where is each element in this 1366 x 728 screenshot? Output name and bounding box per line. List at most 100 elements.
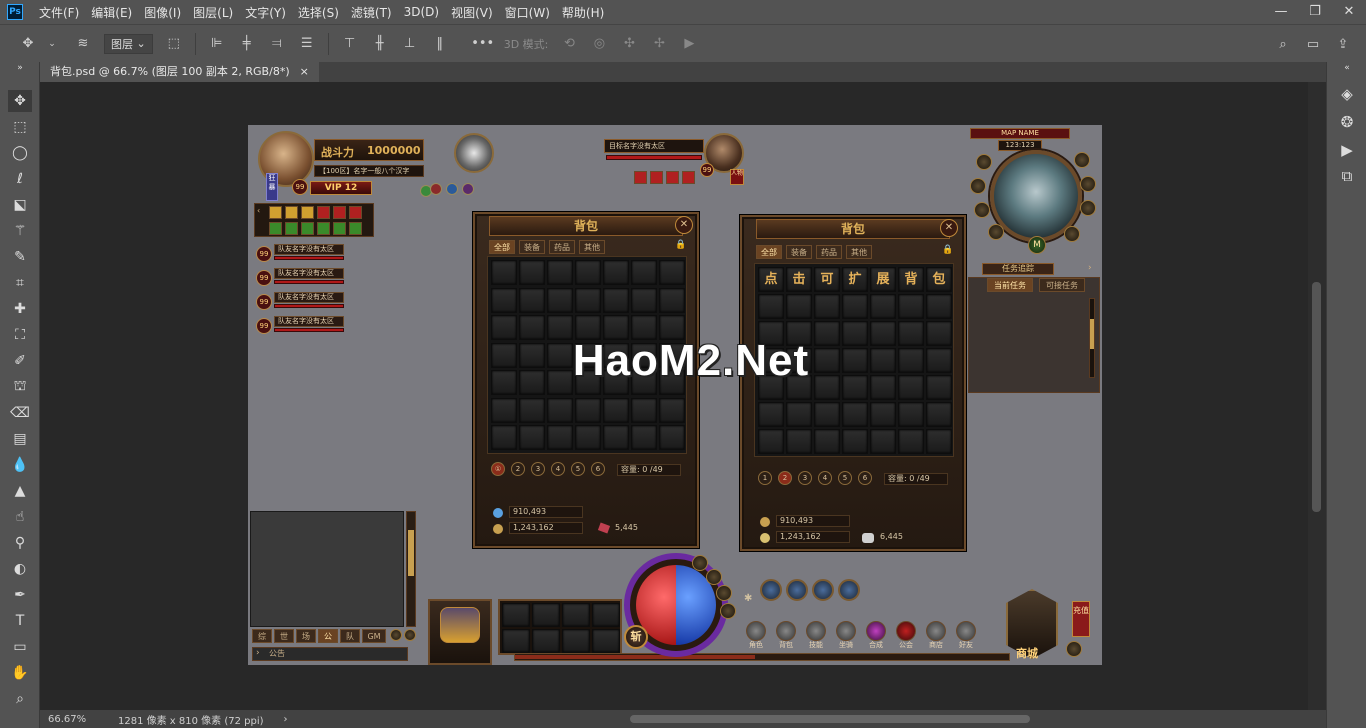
move-tool-icon[interactable]: ✥ bbox=[16, 32, 40, 56]
quest-tab-current[interactable]: 当前任务 bbox=[987, 278, 1033, 292]
map-btn-icon[interactable] bbox=[976, 154, 992, 170]
chevron-right-icon[interactable]: › bbox=[1088, 263, 1100, 275]
eraser-tool-icon[interactable]: ⌫ bbox=[8, 402, 32, 424]
chat-tab-scene[interactable]: 场 bbox=[296, 629, 316, 643]
buff-icon[interactable] bbox=[682, 171, 695, 184]
bag-slot[interactable] bbox=[786, 402, 812, 427]
bag-page-2[interactable]: 2 bbox=[778, 471, 792, 485]
bag-page-6[interactable]: 6 bbox=[858, 471, 872, 485]
bag-slot[interactable] bbox=[519, 260, 545, 285]
bag-slot[interactable] bbox=[870, 294, 896, 319]
quick-slot[interactable] bbox=[562, 603, 590, 627]
bag-slot[interactable] bbox=[547, 425, 573, 450]
buff-icon[interactable] bbox=[269, 222, 282, 235]
collapse-icon[interactable]: « bbox=[1335, 62, 1359, 74]
buff-orb-blue[interactable] bbox=[446, 183, 458, 195]
chevron-right-icon[interactable]: › bbox=[256, 648, 260, 658]
more-options-icon[interactable]: ••• bbox=[471, 32, 495, 56]
skill-slot-icon[interactable] bbox=[720, 603, 736, 619]
bag-slot[interactable] bbox=[758, 402, 784, 427]
quick-slot[interactable] bbox=[562, 629, 590, 653]
bag-slot[interactable] bbox=[519, 425, 545, 450]
bag-slot[interactable] bbox=[519, 397, 545, 423]
skill-icon[interactable] bbox=[786, 579, 808, 601]
bag-slot[interactable] bbox=[898, 429, 924, 454]
menu-friend-button[interactable]: 好友 bbox=[954, 621, 978, 649]
chat-tab-all[interactable]: 综 bbox=[252, 629, 272, 643]
bag-slot[interactable] bbox=[786, 294, 812, 319]
ellipse-marquee-icon[interactable]: ◯ bbox=[8, 142, 32, 164]
chat-tab-gm[interactable]: GM bbox=[362, 629, 386, 643]
zoom-level[interactable]: 66.67% bbox=[48, 714, 108, 725]
map-btn-icon[interactable] bbox=[1064, 226, 1080, 242]
bag-page-3[interactable]: 3 bbox=[798, 471, 812, 485]
align-bottom-icon[interactable]: ⊥ bbox=[398, 32, 422, 56]
buff-icon[interactable] bbox=[285, 222, 298, 235]
map-btn-icon[interactable] bbox=[1074, 152, 1090, 168]
bag-slot[interactable] bbox=[631, 287, 657, 313]
bag-slot[interactable] bbox=[575, 425, 601, 450]
distribute-vertical-icon[interactable]: ‖ bbox=[428, 32, 452, 56]
quick-slot[interactable] bbox=[502, 603, 530, 627]
team-member[interactable]: 99 队友名字没有太区 bbox=[256, 268, 344, 288]
bag-slot[interactable] bbox=[659, 287, 685, 313]
close-tab-icon[interactable]: × bbox=[300, 62, 309, 82]
menu-skill-button[interactable]: 技能 bbox=[804, 621, 828, 649]
map-btn-icon[interactable] bbox=[974, 202, 990, 218]
menu-image[interactable]: 图像(I) bbox=[138, 4, 187, 21]
document-canvas[interactable]: 狂暴 战斗力 1000000 【100区】名字一般八个汉字 99 VIP 12 … bbox=[248, 125, 1102, 665]
bag-page-1[interactable]: ① bbox=[491, 462, 505, 476]
bag-slot[interactable] bbox=[926, 402, 952, 427]
menu-craft-button[interactable]: 合成 bbox=[864, 621, 888, 649]
bag-slot[interactable] bbox=[842, 429, 868, 454]
zoom-tool-icon[interactable]: ⌕ bbox=[8, 688, 32, 710]
3d-pan-icon[interactable]: ✣ bbox=[617, 32, 641, 56]
menu-view[interactable]: 视图(V) bbox=[445, 4, 499, 21]
bag-page-4[interactable]: 4 bbox=[551, 462, 565, 476]
bag-slot[interactable] bbox=[603, 287, 629, 313]
3d-panel-icon[interactable]: ⧉ bbox=[1335, 164, 1359, 188]
bag-slot-header[interactable]: 扩 bbox=[842, 267, 868, 292]
restore-button[interactable]: ❐ bbox=[1298, 0, 1332, 24]
close-button[interactable]: ✕ bbox=[1332, 0, 1366, 24]
patch-tool-icon[interactable]: ⛶ bbox=[8, 324, 32, 346]
dodge-tool-icon[interactable]: ⚲ bbox=[8, 532, 32, 554]
bag-slot[interactable] bbox=[870, 375, 896, 400]
menu-help[interactable]: 帮助(H) bbox=[556, 4, 610, 21]
scroll-thumb[interactable] bbox=[630, 715, 1030, 723]
bag-slot-header[interactable]: 背 bbox=[898, 267, 924, 292]
bag-slot[interactable] bbox=[786, 429, 812, 454]
chevron-right-icon[interactable]: › bbox=[284, 714, 288, 725]
bag-page-4[interactable]: 4 bbox=[818, 471, 832, 485]
bag-slot[interactable] bbox=[575, 260, 601, 285]
buff-icon[interactable] bbox=[317, 222, 330, 235]
minimize-button[interactable]: — bbox=[1264, 0, 1298, 24]
ps-logo[interactable]: Ps bbox=[7, 4, 23, 20]
bag-slot[interactable] bbox=[814, 402, 840, 427]
bag-slot[interactable] bbox=[659, 425, 685, 450]
sharpen-tool-icon[interactable]: ▲ bbox=[8, 480, 32, 502]
quest-tab-available[interactable]: 可接任务 bbox=[1039, 278, 1085, 292]
bag-tab-equip[interactable]: 装备 bbox=[786, 245, 812, 259]
buff-icon[interactable] bbox=[301, 222, 314, 235]
document-tab[interactable]: 背包.psd @ 66.7% (图层 100 副本 2, RGB/8*) × bbox=[40, 62, 319, 82]
bag-tab-all[interactable]: 全部 bbox=[489, 240, 515, 254]
bag-slot[interactable] bbox=[659, 260, 685, 285]
vip-badge[interactable]: VIP 12 bbox=[310, 181, 372, 195]
quick-slot[interactable] bbox=[532, 629, 560, 653]
chat-tab-team[interactable]: 队 bbox=[340, 629, 360, 643]
healing-brush-icon[interactable]: ✚ bbox=[8, 298, 32, 320]
gradient-tool-icon[interactable]: ▤ bbox=[8, 428, 32, 450]
team-member[interactable]: 99 队友名字没有太区 bbox=[256, 244, 344, 264]
skill-slot-icon[interactable] bbox=[706, 569, 722, 585]
close-icon[interactable]: ✕ bbox=[940, 219, 958, 237]
rectangle-tool-icon[interactable]: ▭ bbox=[8, 636, 32, 658]
align-center-icon[interactable]: ╪ bbox=[235, 32, 259, 56]
align-left-icon[interactable]: ⊫ bbox=[205, 32, 229, 56]
menu-layer[interactable]: 图层(L) bbox=[187, 4, 239, 21]
bag-tab-other[interactable]: 其他 bbox=[846, 245, 872, 259]
quick-slot[interactable] bbox=[532, 603, 560, 627]
map-btn-icon[interactable] bbox=[1080, 200, 1096, 216]
bag-slot[interactable] bbox=[659, 397, 685, 423]
menu-window[interactable]: 窗口(W) bbox=[499, 4, 556, 21]
